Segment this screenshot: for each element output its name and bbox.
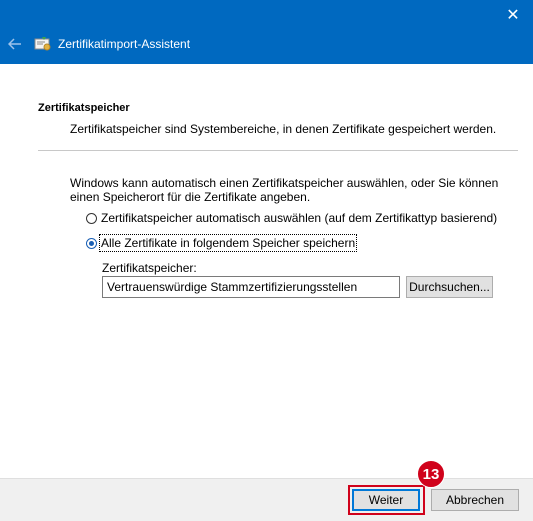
certificate-icon bbox=[34, 37, 51, 51]
browse-button-label: Durchsuchen... bbox=[409, 280, 490, 294]
radio-button-manual[interactable] bbox=[86, 237, 97, 249]
radio-label-manual: Alle Zertifikate in folgendem Speicher s… bbox=[98, 234, 358, 252]
section-title: Zertifikatspeicher bbox=[38, 102, 130, 114]
button-bar: Weiter Abbrechen bbox=[0, 478, 533, 521]
radio-label-auto: Zertifikatspeicher automatisch auswählen… bbox=[101, 211, 498, 225]
browse-button[interactable]: Durchsuchen... bbox=[406, 276, 493, 298]
cancel-button-label: Abbrechen bbox=[445, 493, 505, 507]
radio-store-manual[interactable]: Alle Zertifikate in folgendem Speicher s… bbox=[86, 234, 358, 252]
window-title: Zertifikatimport-Assistent bbox=[58, 37, 191, 51]
back-button[interactable] bbox=[4, 34, 26, 54]
cancel-button[interactable]: Abbrechen bbox=[431, 489, 519, 511]
radio-auto-select[interactable]: Zertifikatspeicher automatisch auswählen… bbox=[86, 211, 497, 225]
step-badge: 13 bbox=[417, 460, 445, 488]
next-button-label: Weiter bbox=[368, 493, 404, 507]
close-button[interactable]: ✕ bbox=[493, 0, 533, 30]
back-arrow-icon bbox=[8, 38, 21, 50]
divider bbox=[38, 150, 518, 151]
next-button[interactable]: Weiter bbox=[352, 489, 420, 511]
section-description: Zertifikatspeicher sind Systembereiche, … bbox=[70, 122, 497, 136]
intro-text: Windows kann automatisch einen Zertifika… bbox=[70, 176, 499, 204]
close-icon: ✕ bbox=[506, 7, 520, 24]
radio-button-auto[interactable] bbox=[86, 212, 97, 224]
store-input[interactable]: Vertrauenswürdige Stammzertifizierungsst… bbox=[102, 276, 400, 298]
title-bar: ✕ Zertifikatimport-Assistent bbox=[0, 0, 533, 64]
wizard-content: Zertifikatspeicher Zertifikatspeicher si… bbox=[0, 64, 533, 478]
store-field-label: Zertifikatspeicher: bbox=[102, 261, 197, 275]
